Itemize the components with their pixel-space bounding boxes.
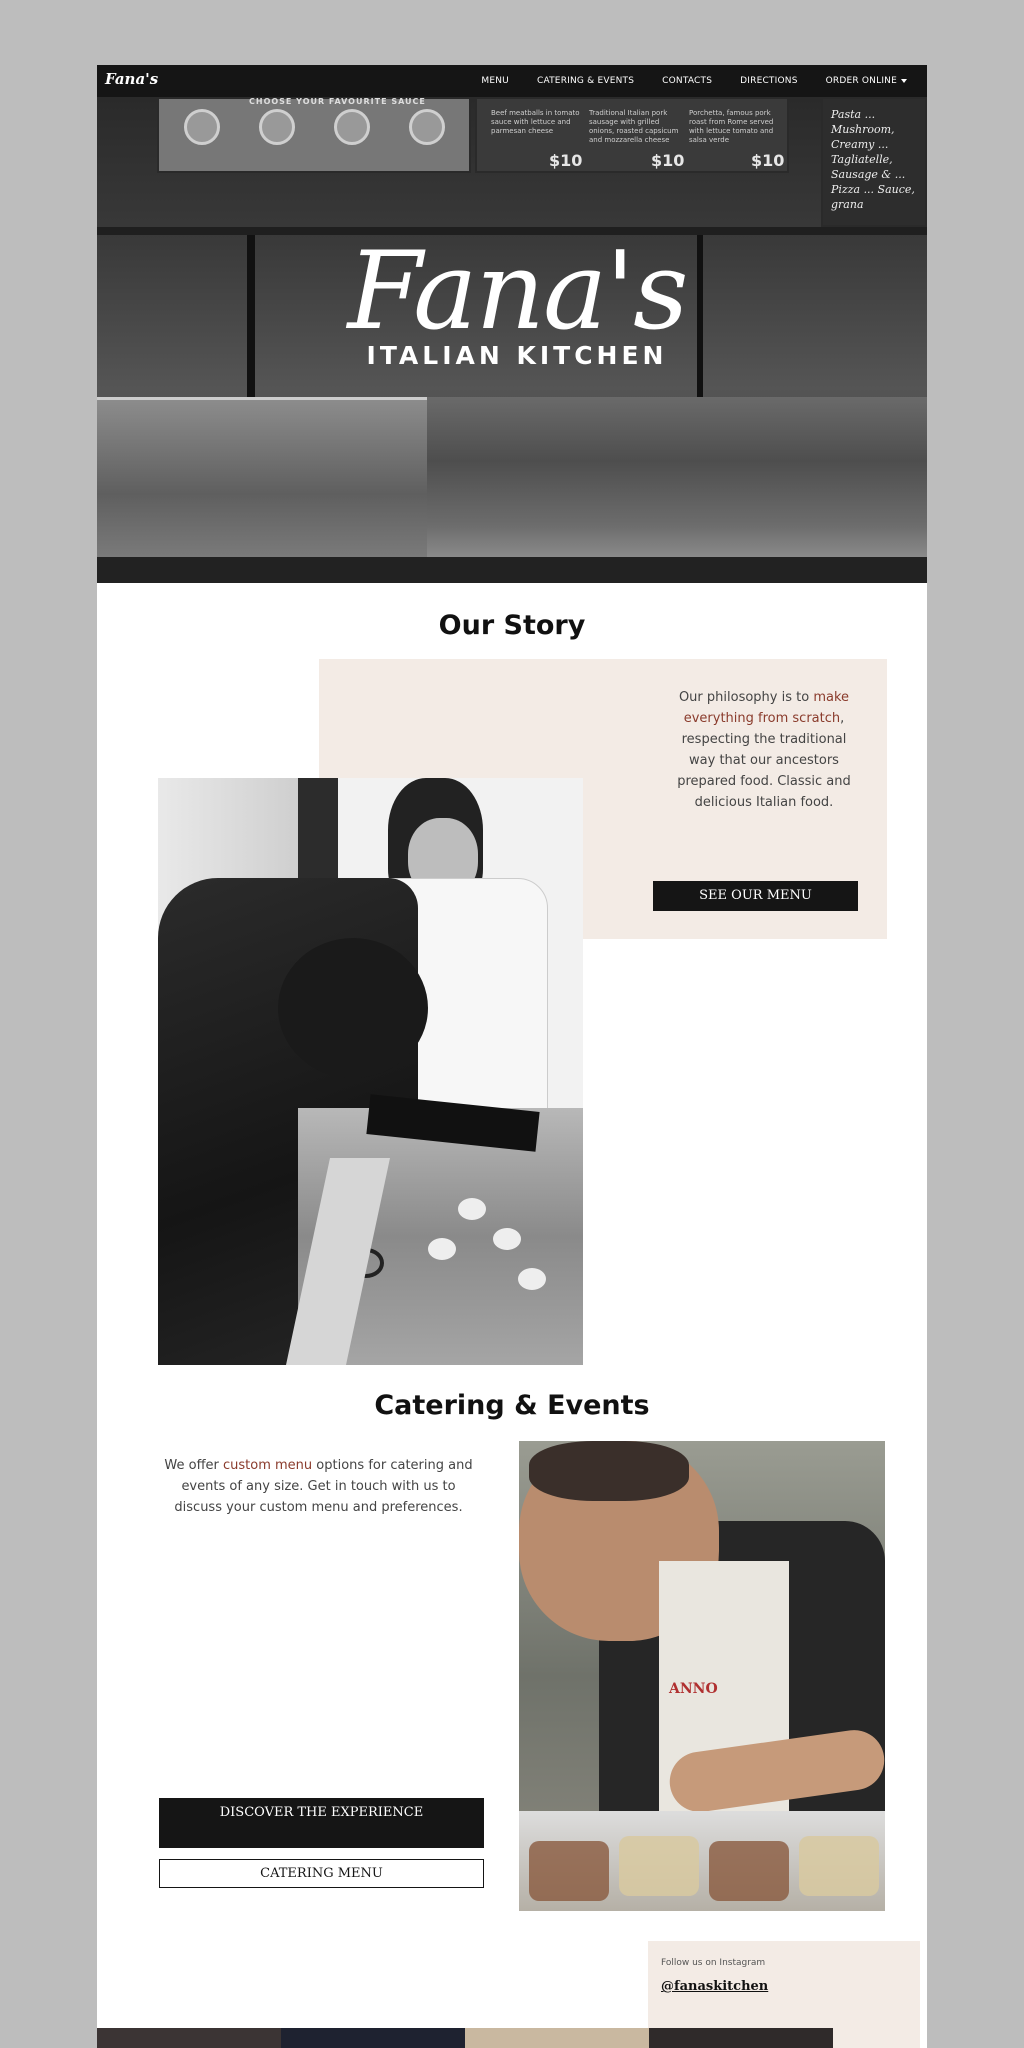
story-text: Our philosophy is to make everything fro…: [669, 687, 859, 813]
board-price: $10: [751, 151, 785, 170]
nav-item-contacts[interactable]: CONTACTS: [662, 76, 712, 86]
sandwich-menu-board: Beef meatballs in tomato sauce with lett…: [475, 97, 789, 173]
hero-banner: CHOOSE YOUR FAVOURITE SAUCE Beef meatbal…: [97, 97, 927, 583]
catering-text: We offer custom menu options for caterin…: [161, 1455, 476, 1518]
catering-menu-button[interactable]: CATERING MENU: [159, 1859, 484, 1888]
kitchen-post: [697, 235, 703, 397]
board-item: Traditional Italian pork sausage with gr…: [589, 109, 679, 144]
board-item: Porchetta, famous pork roast from Rome s…: [689, 109, 774, 144]
nav-logo[interactable]: Fana's: [105, 70, 158, 88]
board-price: $10: [549, 151, 583, 170]
kitchen-post: [247, 235, 255, 397]
sauce-bowl-image: [409, 109, 445, 145]
instagram-label: Follow us on Instagram: [661, 1958, 766, 1968]
hero-logo: Fana's ITALIAN KITCHEN: [337, 229, 697, 371]
instagram-thumbnail[interactable]: [649, 2028, 833, 2048]
our-story-title: Our Story: [438, 610, 586, 641]
discover-experience-button[interactable]: DISCOVER THE EXPERIENCE: [159, 1798, 484, 1848]
instagram-thumbnail[interactable]: [465, 2028, 649, 2048]
instagram-thumbnail[interactable]: [97, 2028, 281, 2048]
chalkboard: Pasta ... Mushroom, Creamy ... Tagliatel…: [821, 97, 927, 227]
nav-item-order-online-label: ORDER ONLINE: [825, 76, 897, 86]
display-case: [97, 397, 427, 557]
page: Fana's MENU CATERING & EVENTS CONTACTS D…: [97, 65, 927, 2048]
instagram-thumbnail[interactable]: [281, 2028, 465, 2048]
hero-subtitle: ITALIAN KITCHEN: [366, 341, 668, 370]
nav-item-order-online[interactable]: ORDER ONLINE: [826, 76, 907, 86]
hero-floor: [97, 557, 927, 583]
story-text-part: Our philosophy is to: [678, 690, 814, 705]
caret-down-icon: [901, 79, 907, 83]
nav-item-catering-events[interactable]: CATERING & EVENTS: [537, 76, 634, 86]
sauce-bowl-image: [259, 109, 295, 145]
sauce-bowl-image: [184, 109, 220, 145]
chef-plating-photo: ANNO: [519, 1441, 885, 1911]
chalkboard-text: Pasta ... Mushroom, Creamy ... Tagliatel…: [831, 108, 915, 211]
nav-item-menu[interactable]: MENU: [481, 76, 509, 86]
board-item: Beef meatballs in tomato sauce with lett…: [491, 109, 580, 135]
board-price: $10: [651, 151, 685, 170]
nav-item-directions[interactable]: DIRECTIONS: [740, 76, 798, 86]
hero-script-title: Fana's: [347, 229, 688, 354]
catering-text-accent: custom menu: [223, 1458, 313, 1473]
catering-text-part: We offer: [164, 1458, 224, 1473]
instagram-feed: [97, 2028, 833, 2048]
sauce-bowl-image: [334, 109, 370, 145]
catering-events-title: Catering & Events: [374, 1390, 650, 1421]
nav-menu: MENU CATERING & EVENTS CONTACTS DIRECTIO…: [481, 65, 907, 97]
chefs-making-pasta-photo: [158, 778, 583, 1365]
instagram-handle-link[interactable]: @fanaskitchen: [661, 1979, 768, 1994]
board-heading: CHOOSE YOUR FAVOURITE SAUCE: [249, 97, 426, 106]
sauce-menu-board: CHOOSE YOUR FAVOURITE SAUCE: [157, 97, 471, 173]
see-our-menu-button[interactable]: SEE OUR MENU: [653, 881, 858, 911]
top-navbar: Fana's MENU CATERING & EVENTS CONTACTS D…: [97, 65, 927, 97]
